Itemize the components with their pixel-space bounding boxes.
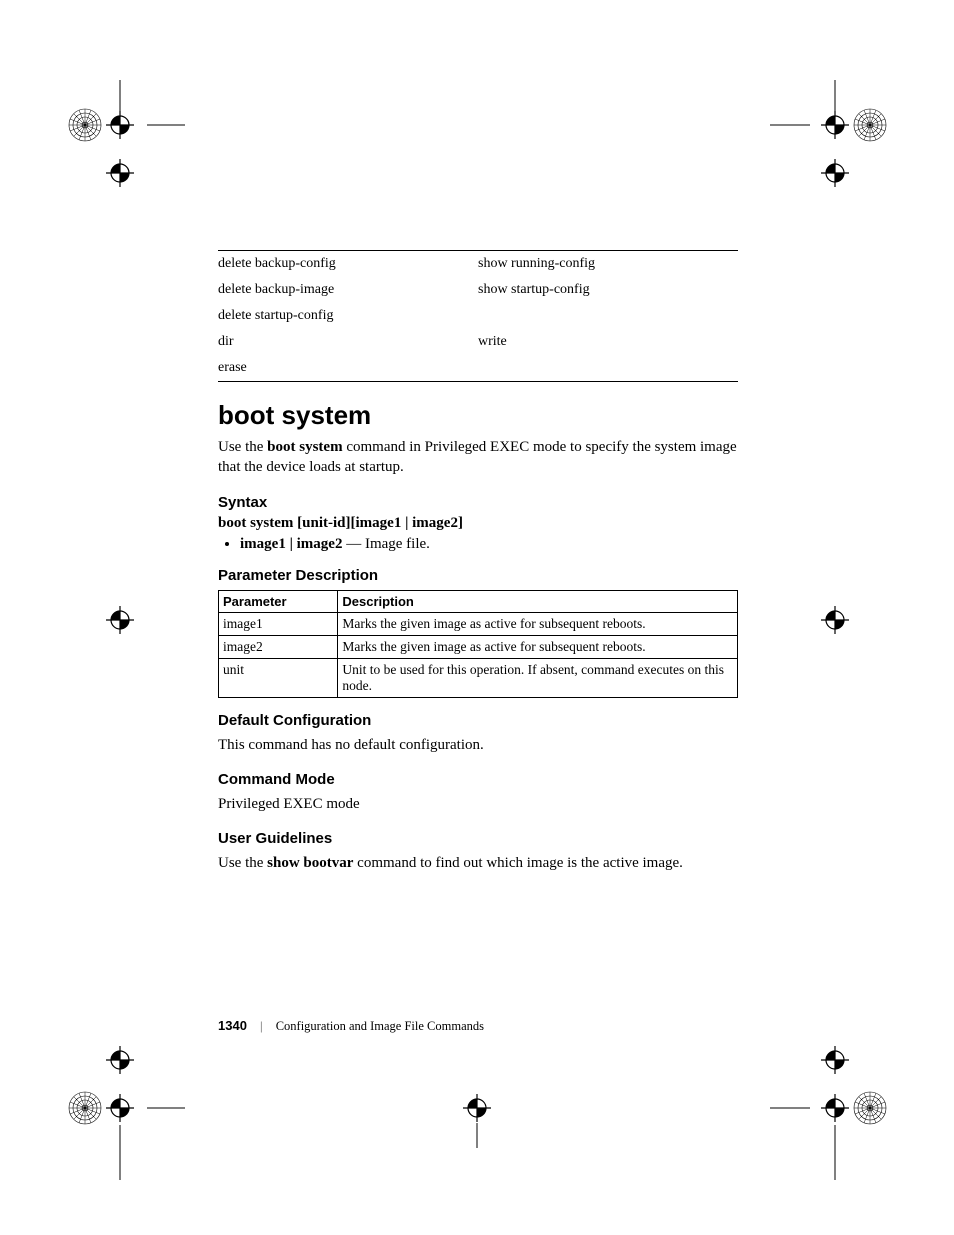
- ug-bold: show bootvar: [267, 855, 353, 871]
- cmd-cell: show running-config: [478, 251, 738, 277]
- crop-mark-icon: [815, 600, 875, 640]
- intro-paragraph: Use the boot system command in Privilege…: [218, 437, 738, 478]
- table-row: delete startup-config: [218, 303, 738, 329]
- list-item: image1 | image2 — Image file.: [240, 536, 738, 553]
- col-description: Description: [338, 590, 738, 612]
- table-row: delete backup-image show startup-config: [218, 277, 738, 303]
- user-guidelines-heading: User Guidelines: [218, 830, 738, 847]
- cmd-cell: write: [478, 329, 738, 355]
- page-footer: 1340 | Configuration and Image File Comm…: [218, 1018, 484, 1034]
- section-title: boot system: [218, 400, 738, 431]
- syntax-heading: Syntax: [218, 494, 738, 511]
- desc-cell: Marks the given image as active for subs…: [338, 612, 738, 635]
- ug-post: command to find out which image is the a…: [353, 855, 683, 871]
- crop-mark-icon: [65, 1040, 185, 1180]
- table-row: erase: [218, 355, 738, 381]
- crop-mark-icon: [770, 1040, 890, 1180]
- table-row: dir write: [218, 329, 738, 355]
- cmd-cell: [478, 303, 738, 329]
- syntax-line: boot system [unit-id][image1 | image2]: [218, 515, 738, 532]
- footer-separator: |: [260, 1019, 263, 1033]
- cmd-cell: [478, 355, 738, 381]
- rule-bottom: [218, 381, 738, 382]
- desc-cell: Marks the given image as active for subs…: [338, 635, 738, 658]
- default-config-body: This command has no default configuratio…: [218, 735, 738, 755]
- crop-mark-icon: [65, 80, 185, 200]
- page-body: delete backup-config show running-config…: [218, 250, 738, 889]
- table-row: image2 Marks the given image as active f…: [219, 635, 738, 658]
- table-row: delete backup-config show running-config: [218, 251, 738, 277]
- crop-mark-icon: [770, 80, 890, 200]
- chapter-name: Configuration and Image File Commands: [276, 1019, 484, 1033]
- crop-mark-icon: [455, 1088, 505, 1148]
- related-commands-table: delete backup-config show running-config…: [218, 251, 738, 381]
- command-mode-heading: Command Mode: [218, 771, 738, 788]
- param-cell: image1: [219, 612, 338, 635]
- bullet-rest: — Image file.: [342, 536, 429, 552]
- crop-mark-icon: [100, 600, 160, 640]
- cmd-cell: delete backup-image: [218, 277, 478, 303]
- table-header-row: Parameter Description: [219, 590, 738, 612]
- bullet-bold: image1 | image2: [240, 536, 342, 552]
- cmd-cell: erase: [218, 355, 478, 381]
- param-cell: image2: [219, 635, 338, 658]
- intro-pre: Use the: [218, 439, 267, 455]
- user-guidelines-body: Use the show bootvar command to find out…: [218, 853, 738, 873]
- syntax-bullets: image1 | image2 — Image file.: [240, 536, 738, 553]
- cmd-cell: show startup-config: [478, 277, 738, 303]
- table-row: unit Unit to be used for this operation.…: [219, 658, 738, 697]
- parameter-table: Parameter Description image1 Marks the g…: [218, 590, 738, 698]
- col-parameter: Parameter: [219, 590, 338, 612]
- intro-bold: boot system: [267, 439, 342, 455]
- desc-cell: Unit to be used for this operation. If a…: [338, 658, 738, 697]
- cmd-cell: delete startup-config: [218, 303, 478, 329]
- cmd-cell: delete backup-config: [218, 251, 478, 277]
- ug-pre: Use the: [218, 855, 267, 871]
- page-number: 1340: [218, 1018, 247, 1033]
- param-desc-heading: Parameter Description: [218, 567, 738, 584]
- command-mode-body: Privileged EXEC mode: [218, 794, 738, 814]
- param-cell: unit: [219, 658, 338, 697]
- default-config-heading: Default Configuration: [218, 712, 738, 729]
- table-row: image1 Marks the given image as active f…: [219, 612, 738, 635]
- cmd-cell: dir: [218, 329, 478, 355]
